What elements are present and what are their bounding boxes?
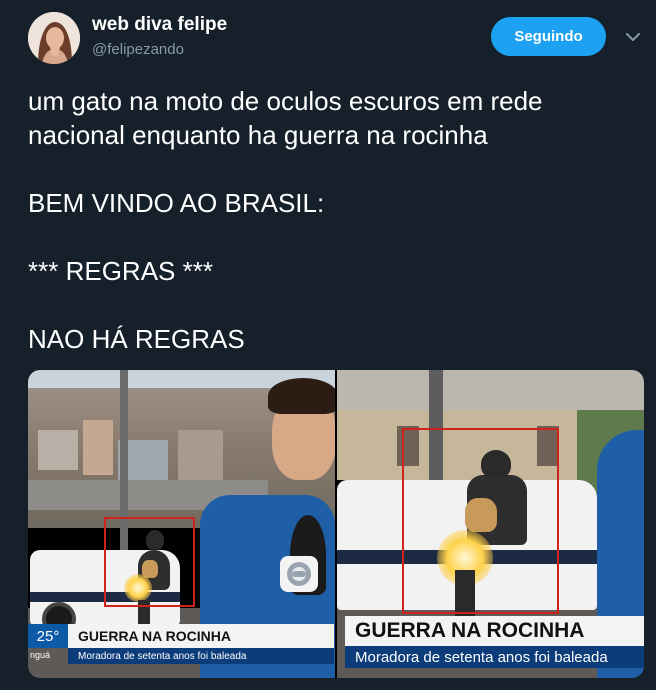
tweet-media[interactable]: 25° nguá GUERRA NA ROCINHA Moradora de s… (28, 370, 644, 678)
temperature-badge: 25° (28, 624, 68, 648)
tweet-blank-line (28, 152, 638, 186)
tweet-line: NAO HÁ REGRAS (28, 324, 245, 354)
sky (337, 370, 644, 410)
chevron-down-icon[interactable] (624, 28, 642, 46)
highlight-box (104, 517, 195, 607)
building (38, 430, 78, 470)
media-image-right[interactable]: GUERRA NA ROCINHA Moradora de setenta an… (337, 370, 644, 678)
author-handle[interactable]: @felipezando (92, 41, 184, 58)
tweet-line: um gato na moto de oculos escuros em red… (28, 86, 543, 116)
avatar[interactable] (28, 12, 80, 64)
media-image-left[interactable]: 25° nguá GUERRA NA ROCINHA Moradora de s… (28, 370, 335, 678)
tweet-line: nacional enquanto ha guerra na rocinha (28, 120, 488, 150)
globo-mic-flag (280, 556, 318, 592)
tweet-blank-line (28, 288, 638, 322)
news-headline: GUERRA NA ROCINHA (345, 616, 644, 646)
news-subheadline: Moradora de setenta anos foi baleada (345, 646, 644, 668)
following-button[interactable]: Seguindo (491, 17, 606, 56)
building (83, 420, 113, 475)
globo-logo-icon (287, 562, 311, 586)
news-headline: GUERRA NA ROCINHA (68, 624, 334, 648)
tweet-card: web diva felipe @felipezando Seguindo um… (0, 0, 656, 690)
building (178, 430, 223, 480)
news-subheadline: Moradora de setenta anos foi baleada (68, 648, 334, 664)
author-display-name[interactable]: web diva felipe (92, 14, 227, 36)
tweet-blank-line (28, 220, 638, 254)
tweet-line: BEM VINDO AO BRASIL: (28, 188, 325, 218)
avatar-photo (28, 12, 80, 64)
reporter-hair (268, 378, 335, 414)
city-label: nguá (30, 650, 51, 660)
tweet-line: *** REGRAS *** (28, 256, 213, 286)
tweet-text: um gato na moto de oculos escuros em red… (28, 84, 638, 356)
highlight-box (402, 428, 559, 614)
